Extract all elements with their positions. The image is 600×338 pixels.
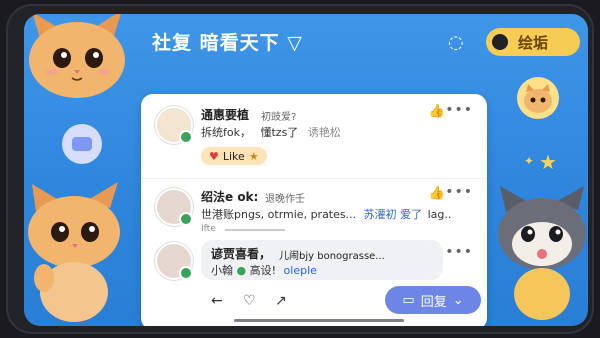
cat-sticker-top-left (29, 14, 125, 98)
comment-meta: 退晚作壬 (265, 194, 305, 205)
comment-author[interactable]: 绍法e ok: (201, 188, 258, 205)
reply-label: 回复 (420, 294, 447, 310)
more-dots-icon[interactable]: ••• (445, 102, 473, 118)
chevron-down-icon: ⌄ (452, 292, 464, 308)
comment-text-part: 世港账pngs, otrmie, prates... (201, 208, 357, 221)
comment-text: 拆统fok， 懂tzs了 诱艳松 (201, 124, 341, 140)
status-pill-label: 绘垢 (518, 33, 549, 52)
home-indicator (234, 319, 404, 322)
comment-text-part: 小翰 (211, 264, 233, 277)
page-title[interactable]: 社复 暗看天下 ▽ (152, 28, 303, 55)
sparkle-icon: ✦ (524, 154, 535, 168)
thumbs-up-icon[interactable]: 👍 (429, 104, 445, 119)
comment-meta: 初豉爱? (261, 112, 297, 123)
message-bubble-icon (62, 124, 102, 164)
comment-link[interactable]: 苏灌初 爱了 (364, 208, 423, 221)
app-screen: 社复 暗看天下 ▽ ◌ 绘垢 ★ ✦ 通惠要植 初豉爱? 拆统fok， 懂tzs… (24, 14, 588, 326)
cat-badge-right (517, 77, 559, 119)
comment-subtext: Ifte (201, 224, 216, 234)
comment-text-part: 高设! (249, 264, 277, 277)
star-icon: ★ (539, 150, 557, 174)
check-icon: ● (236, 264, 247, 277)
more-dots-icon[interactable]: ••• (445, 184, 473, 200)
heart-outline-icon[interactable]: ♡ (243, 293, 256, 309)
back-arrow-icon[interactable]: ← (211, 293, 223, 309)
cat-sticker-bottom-left (28, 182, 120, 322)
divider (141, 178, 487, 179)
avatar-dot-icon (492, 34, 508, 50)
status-pill[interactable]: 绘垢 (486, 28, 580, 56)
comment-author[interactable]: 谚贾喜看， (211, 245, 271, 262)
comment-text-part: 懂tzs了 (260, 126, 299, 139)
comment-card: 通惠要植 初豉爱? 拆统fok， 懂tzs了 诱艳松 ♥ Like ★ 👍 ••… (141, 94, 487, 326)
comment-text-part: 诱艳松 (307, 126, 341, 139)
comment-link[interactable]: oleple (284, 264, 317, 277)
comment-text-part: 拆统fok， (201, 126, 251, 139)
like-label: Like (222, 149, 245, 163)
avatar[interactable] (155, 106, 193, 144)
reply-bubble: 谚贾喜看， 儿闹bjy bonograsse... 小翰 ● 高设! olepl… (201, 240, 443, 280)
star-small-icon: ★ (248, 149, 259, 163)
share-icon[interactable]: ↗ (275, 293, 287, 309)
thumbs-up-icon[interactable]: 👍 (429, 186, 445, 201)
more-dots-icon[interactable]: ••• (445, 244, 473, 260)
reply-button[interactable]: ▭ 回复 ⌄ (385, 286, 481, 314)
comment-text-part: lag.. (427, 208, 452, 221)
progress-line (225, 229, 285, 231)
comment-text: 世港账pngs, otrmie, prates... 苏灌初 爱了 lag.. (201, 206, 451, 222)
chat-icon[interactable]: ◌ (448, 32, 464, 53)
avatar[interactable] (155, 188, 193, 226)
tablet-frame: 社复 暗看天下 ▽ ◌ 绘垢 ★ ✦ 通惠要植 初豉爱? 拆统fok， 懂tzs… (6, 4, 594, 334)
comment-text: 小翰 ● 高设! oleple (211, 262, 317, 278)
comment-icon: ▭ (402, 292, 415, 308)
avatar[interactable] (155, 242, 193, 280)
comment-meta: 儿闹bjy bonograsse... (279, 251, 385, 262)
heart-icon: ♥ (209, 149, 219, 163)
cat-sticker-bottom-right (498, 186, 586, 320)
like-chip[interactable]: ♥ Like ★ (201, 147, 267, 165)
comment-author[interactable]: 通惠要植 (201, 106, 249, 123)
